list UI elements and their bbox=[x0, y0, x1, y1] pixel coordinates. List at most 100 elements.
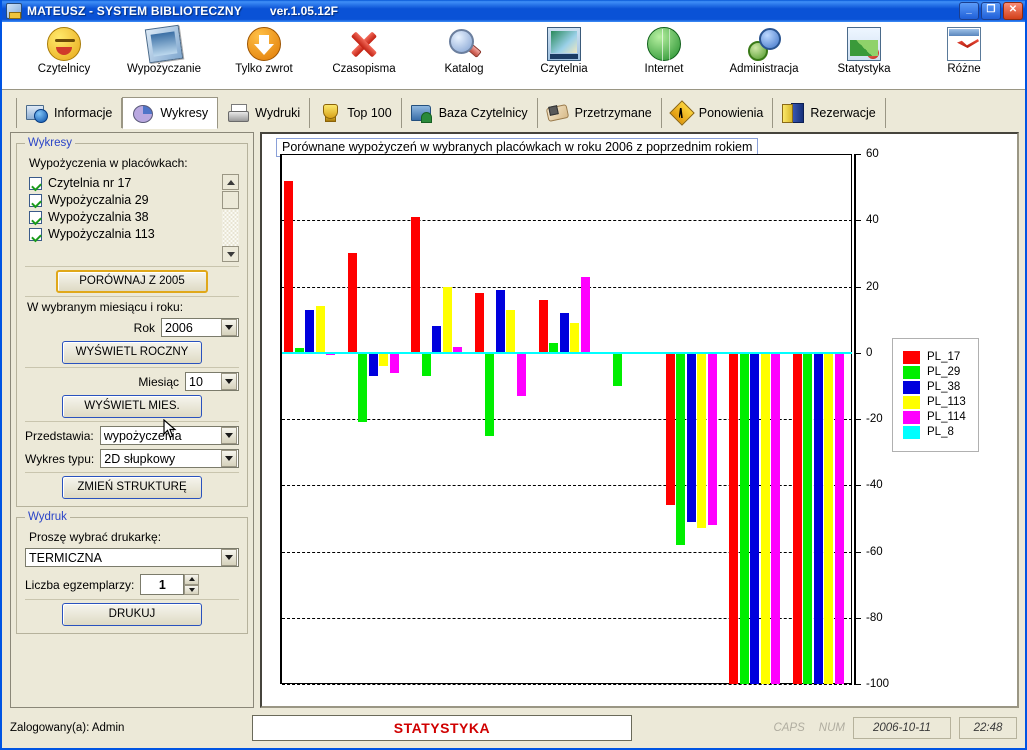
logged-in-label: Zalogowany(a): Admin bbox=[10, 722, 125, 734]
grid-line bbox=[282, 286, 852, 288]
chevron-up-icon bbox=[226, 179, 235, 185]
y-axis-tick-label: -20 bbox=[866, 413, 883, 425]
divider bbox=[25, 472, 239, 473]
tab-wydruki[interactable]: Wydruki bbox=[218, 98, 311, 128]
checkbox-icon[interactable] bbox=[29, 210, 42, 224]
toolbar-button-tylko-zwrot[interactable]: Tylko zwrot bbox=[214, 26, 314, 86]
charts-group-legend: Wykresy bbox=[28, 137, 72, 149]
list-item[interactable]: Czytelnia nr 17 bbox=[29, 176, 222, 190]
scrollbar-track[interactable] bbox=[222, 210, 239, 246]
gears-icon bbox=[747, 27, 781, 61]
toolbar-button-statystyka[interactable]: Statystyka bbox=[814, 26, 914, 86]
maximize-button[interactable]: ❐ bbox=[981, 2, 1001, 20]
copies-row: Liczba egzemplarzy: 1 bbox=[25, 574, 239, 595]
chevron-down-icon[interactable] bbox=[221, 319, 237, 336]
year-select[interactable]: 2006 bbox=[161, 318, 239, 337]
minimize-icon: _ bbox=[966, 3, 972, 15]
bar bbox=[792, 352, 802, 684]
tab-label: Baza Czytelnicy bbox=[438, 106, 528, 120]
tab-informacje[interactable]: Informacje bbox=[16, 98, 123, 128]
app-icon bbox=[6, 3, 22, 19]
chevron-down-icon[interactable] bbox=[221, 427, 237, 444]
list-item[interactable]: Wypożyczalnia 29 bbox=[29, 193, 222, 207]
chart-legend: PL_17 PL_29 PL_38 PL_113 PL_114 PL_8 bbox=[892, 337, 979, 452]
bar bbox=[389, 352, 399, 373]
compare-2005-button[interactable]: PORÓWNAJ Z 2005 bbox=[56, 270, 208, 293]
tab-top-100[interactable]: Top 100 bbox=[310, 98, 402, 128]
checkbox-icon[interactable] bbox=[29, 227, 42, 241]
toolbar-button-wypozyczanie[interactable]: Wypożyczanie bbox=[114, 24, 214, 86]
tab-label: Przetrzymane bbox=[574, 106, 652, 120]
legend-swatch bbox=[903, 410, 920, 424]
chevron-down-icon[interactable] bbox=[221, 373, 237, 390]
chart-icon bbox=[847, 27, 881, 61]
chart-panel[interactable]: Porównane wypożyczeń w wybranych placówk… bbox=[260, 132, 1019, 708]
divider bbox=[25, 367, 239, 368]
toolbar-label: Czytelnicy bbox=[37, 63, 91, 75]
divider bbox=[25, 296, 239, 297]
minimize-button[interactable]: _ bbox=[959, 2, 979, 20]
presents-row: Przedstawia: wypożyczenia bbox=[25, 426, 239, 445]
toolbar-label: Katalog bbox=[444, 63, 484, 75]
copies-increment-button[interactable] bbox=[184, 574, 200, 585]
tab-ponowienia[interactable]: Ponowienia bbox=[661, 98, 774, 128]
printer-select[interactable]: TERMICZNA bbox=[25, 548, 239, 567]
copies-stepper[interactable]: 1 bbox=[140, 574, 200, 595]
checkbox-icon[interactable] bbox=[29, 193, 42, 207]
presents-select[interactable]: wypożyczenia bbox=[99, 426, 239, 445]
branches-scrollbar[interactable] bbox=[222, 174, 239, 262]
chevron-down-icon[interactable] bbox=[221, 549, 237, 566]
tab-przetrzymane[interactable]: Przetrzymane bbox=[537, 98, 662, 128]
caps-indicator: CAPS bbox=[773, 722, 805, 734]
toolbar-button-czytelnia[interactable]: Czytelnia bbox=[514, 26, 614, 86]
toolbar-button-czasopisma[interactable]: Czasopisma bbox=[314, 26, 414, 86]
month-select[interactable]: 10 bbox=[185, 372, 239, 391]
month-row: Miesiąc 10 bbox=[25, 372, 239, 391]
red-x-icon bbox=[347, 27, 381, 61]
show-yearly-row: WYŚWIETL ROCZNY bbox=[25, 341, 239, 364]
tab-label: Wydruki bbox=[255, 106, 301, 120]
branches-listbox[interactable]: Czytelnia nr 17 Wypożyczalnia 29 Wypożyc… bbox=[25, 174, 222, 262]
tab-label: Ponowienia bbox=[698, 106, 764, 120]
scroll-up-button[interactable] bbox=[222, 174, 239, 190]
scroll-down-button[interactable] bbox=[222, 246, 239, 262]
legend-swatch bbox=[903, 425, 920, 439]
toolbar-button-czytelnicy[interactable]: Czytelnicy bbox=[14, 26, 114, 86]
bar bbox=[750, 352, 760, 684]
bar bbox=[559, 313, 569, 353]
show-month-row: WYŚWIETL MIES. bbox=[25, 395, 239, 418]
show-yearly-button[interactable]: WYŚWIETL ROCZNY bbox=[62, 341, 202, 364]
scrollbar-thumb[interactable] bbox=[222, 191, 239, 209]
chevron-down-icon[interactable] bbox=[221, 450, 237, 467]
checkbox-icon[interactable] bbox=[29, 176, 42, 190]
y-axis-tick-label: 60 bbox=[866, 148, 879, 160]
toolbar-button-internet[interactable]: Internet bbox=[614, 26, 714, 86]
toolbar-button-kwitariusz[interactable]: Kwitariusz bbox=[1014, 26, 1027, 86]
chart-type-value: 2D słupkowy bbox=[104, 451, 176, 466]
toolbar-button-katalog[interactable]: Katalog bbox=[414, 26, 514, 86]
toolbar-button-administracja[interactable]: Administracja bbox=[714, 26, 814, 86]
copies-value[interactable]: 1 bbox=[140, 574, 185, 595]
legend-item: PL_29 bbox=[903, 365, 966, 379]
tab-baza-czytelnicy[interactable]: Baza Czytelnicy bbox=[401, 98, 538, 128]
toolbar-button-rozne[interactable]: Różne bbox=[914, 26, 1014, 86]
y-axis-tick-label: -80 bbox=[866, 611, 883, 624]
toolbar-label: Czasopisma bbox=[332, 63, 396, 75]
list-item[interactable]: Wypożyczalnia 38 bbox=[29, 210, 222, 224]
show-month-button[interactable]: WYŚWIETL MIES. bbox=[62, 395, 202, 418]
print-button[interactable]: DRUKUJ bbox=[62, 603, 202, 626]
tab-label: Wykresy bbox=[160, 106, 209, 120]
tab-rezerwacje[interactable]: Rezerwacje bbox=[773, 98, 886, 128]
copies-decrement-button[interactable] bbox=[184, 584, 200, 595]
tab-wykresy[interactable]: Wykresy bbox=[122, 97, 219, 129]
bar bbox=[442, 286, 452, 353]
change-structure-button[interactable]: ZMIEŃ STRUKTURĘ bbox=[62, 476, 202, 499]
list-item[interactable]: Wypożyczalnia 113 bbox=[29, 227, 222, 241]
calendar-check-icon bbox=[947, 27, 981, 61]
close-button[interactable]: ✕ bbox=[1003, 2, 1023, 20]
bar bbox=[411, 216, 421, 353]
chart-type-select[interactable]: 2D słupkowy bbox=[100, 449, 239, 468]
toolbar-label: Różne bbox=[947, 63, 981, 75]
bar bbox=[739, 352, 749, 684]
y-axis-tick-label: -60 bbox=[866, 545, 883, 558]
